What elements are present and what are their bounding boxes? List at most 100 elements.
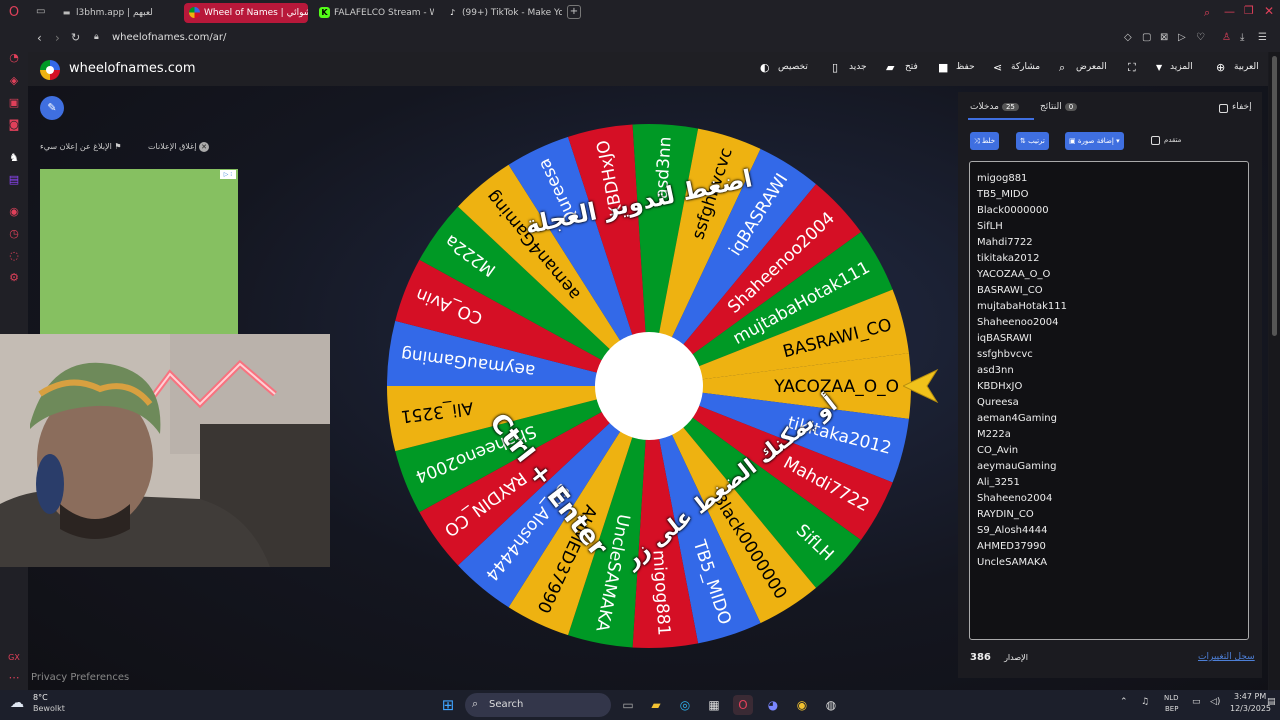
player-icon[interactable]: ◉: [7, 205, 21, 219]
search-tabs-icon[interactable]: ⌕: [1204, 6, 1210, 20]
edge-icon[interactable]: ◎: [675, 695, 695, 715]
store-icon[interactable]: ▦: [704, 695, 724, 715]
language-button[interactable]: العربية: [1234, 62, 1259, 72]
heart-icon[interactable]: ♡: [1196, 32, 1205, 43]
share-icon: ⋖: [993, 61, 1003, 74]
edit-pencil-button[interactable]: ✎: [40, 96, 64, 120]
task-view-icon[interactable]: ▭: [618, 695, 638, 715]
weather-temp[interactable]: 8°C: [33, 693, 48, 702]
wheel-pointer: [903, 368, 939, 404]
volume-icon[interactable]: ◁): [1210, 697, 1220, 707]
cloud-icon[interactable]: ☁: [10, 695, 24, 711]
vpn-icon[interactable]: ⊠: [1160, 32, 1168, 43]
twitch-icon[interactable]: ▤: [7, 173, 21, 187]
shuffle-icon: ⤨: [974, 137, 980, 145]
extensions-icon[interactable]: ◌: [7, 249, 21, 263]
input-lang-1[interactable]: NLD: [1164, 694, 1179, 702]
network-icon[interactable]: ▭: [1192, 697, 1201, 707]
opera-logo-icon[interactable]: O: [7, 6, 21, 20]
hide-checkbox[interactable]: [1219, 104, 1228, 113]
entry-line: migog881: [977, 173, 1028, 184]
new-tab-button[interactable]: +: [567, 5, 581, 19]
entry-line: ssfghbvcvc: [977, 349, 1033, 360]
input-lang-2[interactable]: BEP: [1165, 705, 1178, 713]
reload-icon[interactable]: ↻: [71, 31, 80, 44]
settings-icon[interactable]: ⚙: [7, 271, 21, 285]
entry-line: UncleSAMAKA: [977, 557, 1048, 568]
snapshot-icon[interactable]: ▢: [1142, 32, 1151, 43]
entry-line: AHMED37990: [977, 541, 1046, 552]
new-button[interactable]: جديد: [849, 62, 867, 72]
tab-l3bhm[interactable]: ▬ l3bhm.app | لعبهم: [56, 3, 176, 23]
close-ads-link[interactable]: إغلاق الإعلانات ✕: [148, 142, 210, 152]
report-ad-link[interactable]: الإبلاغ عن إعلان سيء ⚑: [40, 142, 122, 151]
tab-kick[interactable]: K FALAFELCO Stream - Wa: [314, 3, 434, 23]
tab-results[interactable]: النتائج 0: [1040, 102, 1078, 112]
gallery-button[interactable]: المعرض: [1076, 62, 1107, 72]
forward-icon[interactable]: ›: [55, 31, 60, 45]
taskbar-search[interactable]: [465, 693, 611, 717]
gx-icon[interactable]: GX: [7, 651, 21, 665]
fullscreen-icon[interactable]: ⛶: [1128, 61, 1136, 75]
adchoices-icon[interactable]: ▷ ⁝: [220, 170, 236, 179]
privacy-preferences-link[interactable]: Privacy Preferences: [31, 672, 129, 683]
changelog-link[interactable]: سجل التغييرات: [1198, 652, 1255, 662]
back-icon[interactable]: ‹: [37, 31, 42, 45]
tray-chevron-icon[interactable]: ⌃: [1120, 697, 1128, 707]
aria-icon[interactable]: ◔: [7, 51, 21, 65]
advanced-label: متقدم: [1164, 136, 1182, 144]
tab-wheel-of-names[interactable]: Wheel of Names | عشوائي: [184, 3, 308, 23]
share-button[interactable]: مشاركة: [1011, 62, 1040, 72]
entry-line: KBDHxJO: [977, 381, 1023, 392]
url-field[interactable]: wheelofnames.com/ar/: [112, 32, 226, 43]
entry-line: aeman4Gaming: [977, 413, 1057, 424]
sort-button[interactable]: ⇅ ترتيب: [1016, 132, 1049, 150]
save-button[interactable]: حفظ: [956, 62, 975, 72]
file-explorer-icon[interactable]: ▰: [646, 695, 666, 715]
instagram-icon[interactable]: ◙: [7, 118, 21, 132]
open-button[interactable]: فتح: [905, 62, 918, 72]
more-dots-icon[interactable]: ⋯: [7, 671, 21, 685]
weather-desc[interactable]: Bewolkt: [33, 704, 65, 713]
kick-sidebar-icon[interactable]: ♞: [7, 151, 21, 165]
notifications-icon[interactable]: ▤: [1267, 697, 1276, 707]
sort-icon: ⇅: [1020, 137, 1026, 145]
advanced-checkbox[interactable]: [1151, 136, 1160, 145]
maximize-icon[interactable]: ❐: [1244, 4, 1254, 17]
messenger-icon[interactable]: ▣: [7, 96, 21, 110]
site-logo[interactable]: [40, 60, 60, 80]
ai-icon[interactable]: ◈: [7, 74, 21, 88]
more-button[interactable]: المزيد: [1170, 62, 1193, 72]
ad-block-icon[interactable]: ◇: [1124, 32, 1132, 43]
clock-date[interactable]: 12/3/2025: [1230, 704, 1271, 713]
tab-tiktok[interactable]: ♪ (99+) TikTok - Make Your: [442, 3, 562, 23]
version-info: 386 الإصدار: [970, 652, 1028, 663]
profile-icon[interactable]: ♙: [1222, 32, 1231, 43]
play-icon[interactable]: ▷: [1178, 32, 1186, 43]
ad-banner[interactable]: ▷ ⁝: [40, 169, 238, 334]
obs-icon[interactable]: ◍: [821, 695, 841, 715]
download-icon[interactable]: ⤓: [1240, 32, 1244, 43]
close-window-icon[interactable]: ✕: [1264, 4, 1274, 18]
shuffle-button[interactable]: ⤨ خلط: [970, 132, 1000, 150]
entries-textarea[interactable]: migog881 TB5_MIDO Black0000000 SifLH Mahdi77…: [969, 161, 1249, 640]
tab-entries[interactable]: مدخلات 25: [970, 102, 1019, 112]
workspaces-icon[interactable]: ▭: [36, 6, 45, 17]
chrome-icon[interactable]: ◉: [792, 695, 812, 715]
customize-button[interactable]: تخصيص: [778, 62, 808, 72]
discord-icon[interactable]: ◕: [763, 695, 783, 715]
history-icon[interactable]: ◷: [7, 227, 21, 241]
scrollbar-thumb[interactable]: [1272, 56, 1277, 336]
easy-setup-icon[interactable]: ☰: [1258, 32, 1267, 43]
opera-gx-taskbar-icon[interactable]: O: [733, 695, 753, 715]
add-image-button[interactable]: ▣ إضافة صورة ▾: [1065, 132, 1124, 150]
minimize-icon[interactable]: —: [1224, 5, 1235, 18]
entry-line: Shaheenoo2004: [977, 317, 1059, 328]
entry-line: BASRAWI_CO: [977, 285, 1043, 296]
windows-start-icon[interactable]: ⊞: [438, 695, 458, 715]
clock-time[interactable]: 3:47 PM: [1234, 692, 1266, 701]
entry-line: asd3nn: [977, 365, 1014, 376]
microphone-icon[interactable]: ♫: [1141, 697, 1149, 707]
wheel-center[interactable]: [595, 332, 703, 440]
site-name[interactable]: wheelofnames.com: [69, 61, 196, 76]
